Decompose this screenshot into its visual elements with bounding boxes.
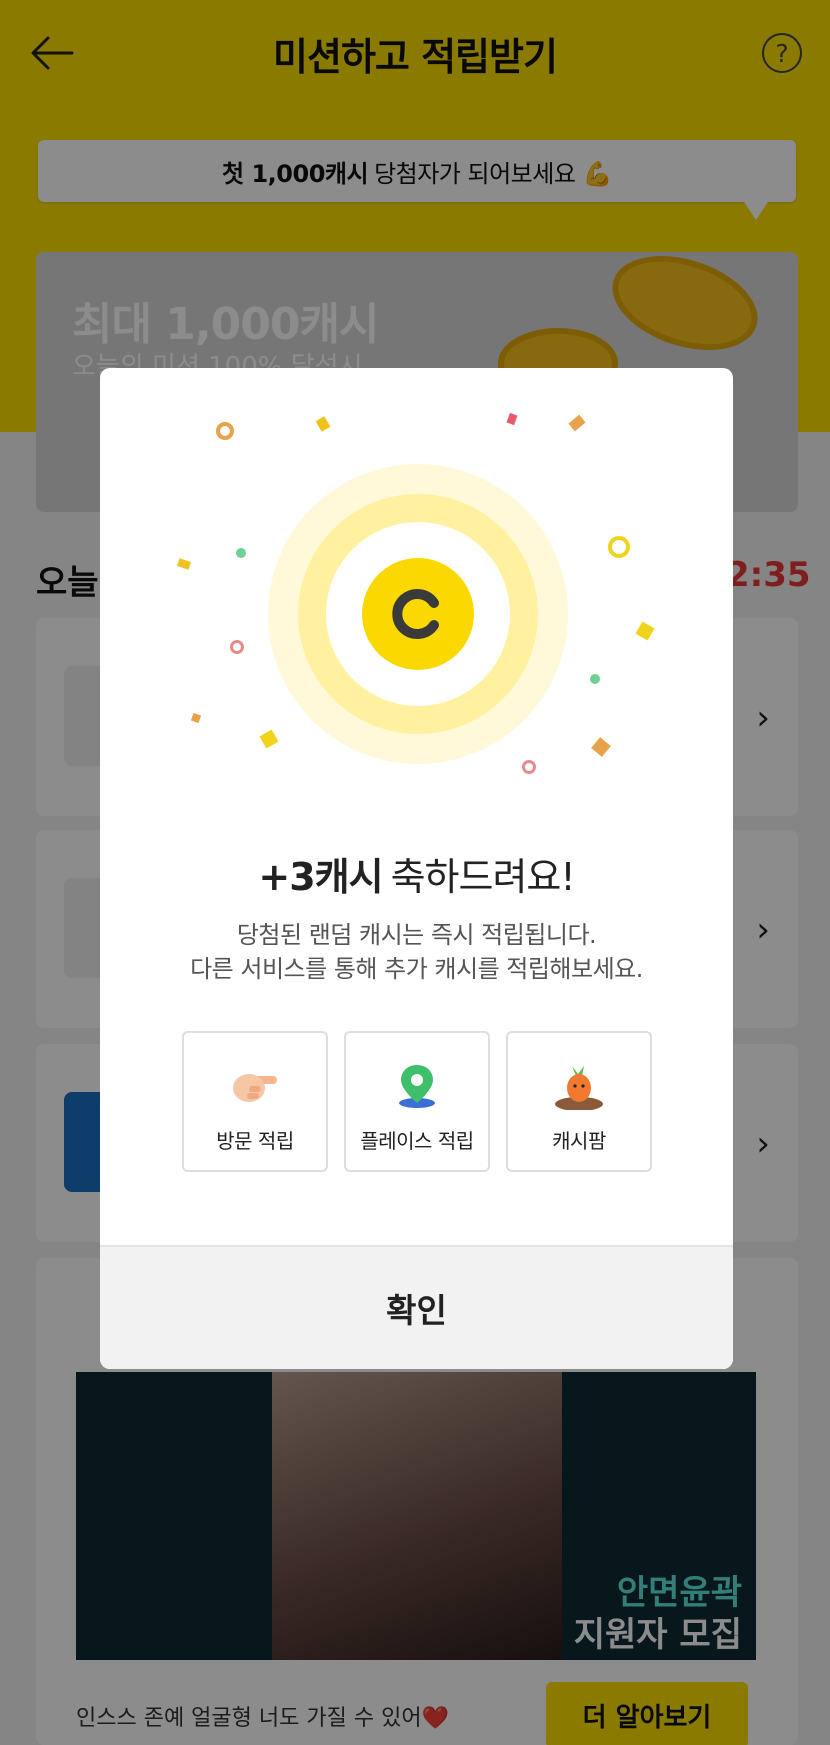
service-options: 방문 적립 플레이스 적립 캐시팜 bbox=[182, 1031, 652, 1175]
confetti-icon bbox=[315, 416, 331, 432]
confetti-icon bbox=[236, 548, 246, 558]
cash-farm-button[interactable]: 캐시팜 bbox=[506, 1031, 652, 1172]
dialog-title: +3캐시 축하드려요! bbox=[100, 846, 733, 901]
visit-reward-button[interactable]: 방문 적립 bbox=[182, 1031, 328, 1172]
confirm-button[interactable]: 확인 bbox=[100, 1245, 733, 1369]
cash-coin-icon bbox=[362, 558, 474, 670]
confetti-icon bbox=[522, 760, 536, 774]
option-label: 플레이스 적립 bbox=[360, 1129, 474, 1153]
map-pin-icon bbox=[389, 1061, 445, 1111]
reward-amount: +3캐시 bbox=[258, 855, 383, 899]
confetti-icon bbox=[591, 737, 611, 757]
place-reward-button[interactable]: 플레이스 적립 bbox=[344, 1031, 490, 1172]
confetti-icon bbox=[259, 729, 279, 749]
c-letter-icon bbox=[392, 589, 439, 639]
description-line: 다른 서비스를 통해 추가 캐시를 적립해보세요. bbox=[190, 955, 643, 983]
carrot-icon bbox=[551, 1061, 607, 1111]
confetti-icon bbox=[190, 712, 202, 724]
pointing-hand-icon bbox=[227, 1061, 283, 1111]
dialog-description: 당첨된 랜덤 캐시는 즉시 적립됩니다. 다른 서비스를 통해 추가 캐시를 적… bbox=[100, 918, 733, 986]
confetti-icon bbox=[506, 412, 518, 426]
confetti-icon bbox=[216, 422, 234, 440]
option-label: 캐시팜 bbox=[552, 1129, 606, 1153]
confetti-icon bbox=[608, 536, 630, 558]
confetti-icon bbox=[176, 558, 192, 570]
confetti-icon bbox=[590, 674, 600, 684]
celebration-graphic bbox=[100, 368, 733, 788]
confetti-icon bbox=[568, 414, 586, 432]
option-label: 방문 적립 bbox=[216, 1129, 294, 1153]
reward-dialog: +3캐시 축하드려요! 당첨된 랜덤 캐시는 즉시 적립됩니다. 다른 서비스를 … bbox=[100, 368, 733, 1369]
description-line: 당첨된 랜덤 캐시는 즉시 적립됩니다. bbox=[236, 921, 597, 949]
confetti-icon bbox=[230, 640, 244, 654]
confetti-icon bbox=[635, 621, 655, 641]
congrats-text: 축하드려요! bbox=[390, 855, 576, 899]
